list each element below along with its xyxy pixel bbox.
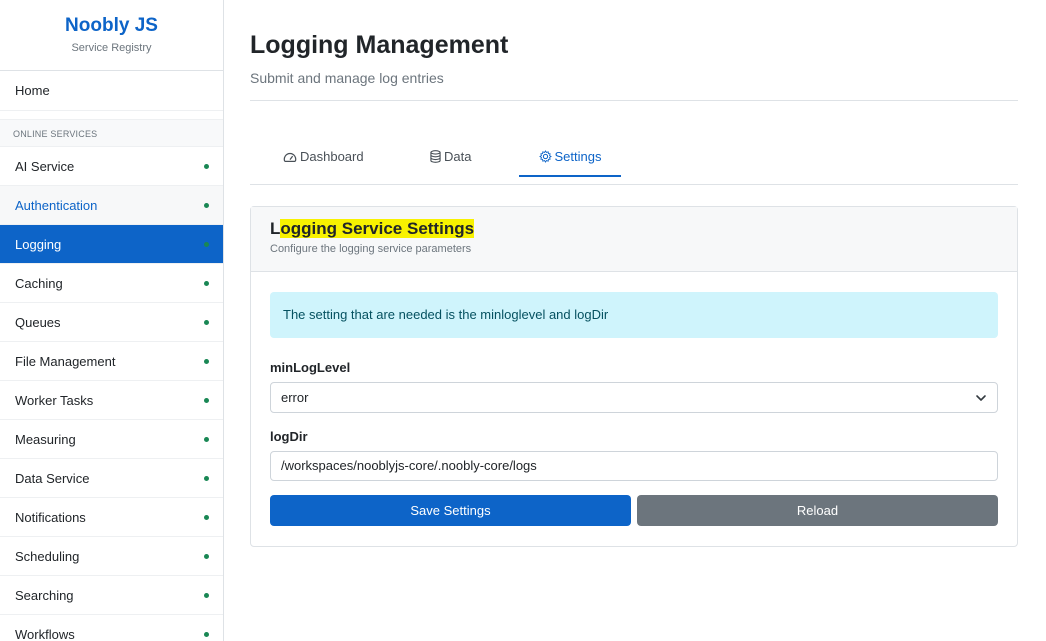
log-dir-input[interactable]: /workspaces/nooblyjs-core/.noobly-core/l… (270, 451, 998, 481)
sidebar-item-label: Authentication (15, 198, 98, 213)
card-title-first: L (270, 219, 281, 238)
card-header: Logging Service Settings Configure the l… (251, 207, 1017, 272)
status-dot (204, 359, 209, 364)
status-dot (204, 593, 209, 598)
status-dot (204, 476, 209, 481)
card-title: Logging Service Settings (270, 219, 998, 239)
sidebar-item-data-service[interactable]: Data Service (0, 459, 223, 498)
sidebar-item-label: Worker Tasks (15, 393, 94, 408)
tab-bar: Dashboard Data Settings (250, 137, 1018, 185)
sidebar-item-notifications[interactable]: Notifications (0, 498, 223, 537)
sidebar-item-worker-tasks[interactable]: Worker Tasks (0, 381, 223, 420)
sidebar-section-header: ONLINE SERVICES (0, 119, 223, 147)
brand: Noobly JS Service Registry (0, 0, 223, 71)
status-dot (204, 437, 209, 442)
select-value: error (281, 390, 309, 405)
status-dot (204, 632, 209, 637)
sidebar-item-label: Data Service (15, 471, 90, 486)
chevron-down-icon (976, 395, 986, 401)
status-dot (204, 320, 209, 325)
sidebar-item-label: Workflows (15, 627, 75, 641)
status-dot (204, 281, 209, 286)
info-alert: The setting that are needed is the minlo… (270, 292, 998, 338)
card-subtitle: Configure the logging service parameters (270, 243, 472, 255)
tab-settings[interactable]: Settings (519, 137, 621, 177)
tab-label: Dashboard (300, 149, 364, 164)
status-dot (204, 554, 209, 559)
tab-dashboard[interactable]: Dashboard (283, 137, 364, 177)
page-subtitle: Submit and manage log entries (250, 70, 444, 86)
sidebar-item-label: Queues (15, 315, 61, 330)
sidebar-item-file-management[interactable]: File Management (0, 342, 223, 381)
min-log-level-label: minLogLevel (270, 360, 351, 375)
sidebar-item-authentication[interactable]: Authentication (0, 186, 223, 225)
database-icon (430, 150, 441, 163)
sidebar-item-home[interactable]: Home (0, 71, 223, 111)
card-body: The setting that are needed is the minlo… (251, 272, 1017, 526)
sidebar-item-label: Caching (15, 276, 63, 291)
status-dot (204, 203, 209, 208)
sidebar-item-workflows[interactable]: Workflows (0, 615, 223, 641)
sidebar-item-queues[interactable]: Queues (0, 303, 223, 342)
sidebar-item-label: Logging (15, 237, 62, 252)
sidebar-item-label: Measuring (15, 432, 76, 447)
status-dot (204, 398, 209, 403)
main-content: Logging Management Submit and manage log… (250, 0, 1018, 547)
min-log-level-select[interactable]: error (270, 382, 998, 413)
sidebar-item-ai-service[interactable]: AI Service (0, 147, 223, 186)
header-divider (250, 100, 1018, 101)
reload-button[interactable]: Reload (637, 495, 998, 526)
sidebar-item-label: Scheduling (15, 549, 80, 564)
tab-label: Settings (554, 149, 602, 164)
sidebar-item-measuring[interactable]: Measuring (0, 420, 223, 459)
sidebar-item-label: File Management (15, 354, 116, 369)
brand-title: Noobly JS (65, 15, 158, 36)
tab-data[interactable]: Data (430, 137, 471, 177)
gauge-icon (283, 152, 297, 162)
status-dot (204, 164, 209, 169)
page-title: Logging Management (250, 31, 509, 59)
save-settings-button[interactable]: Save Settings (270, 495, 631, 526)
sidebar-item-scheduling[interactable]: Scheduling (0, 537, 223, 576)
tab-label: Data (444, 149, 472, 164)
sidebar-item-label: Searching (15, 588, 74, 603)
sidebar-item-caching[interactable]: Caching (0, 264, 223, 303)
app-root: Noobly JS Service Registry Home ONLINE S… (0, 0, 1046, 641)
sidebar-item-label: AI Service (15, 159, 75, 174)
settings-card: Logging Service Settings Configure the l… (250, 206, 1018, 547)
sidebar: Noobly JS Service Registry Home ONLINE S… (0, 0, 224, 641)
log-dir-label: logDir (270, 429, 308, 444)
gear-icon (538, 150, 552, 163)
status-dot (204, 515, 209, 520)
sidebar-item-logging[interactable]: Logging (0, 225, 223, 264)
card-title-highlight: ogging Service Settings (280, 219, 475, 238)
sidebar-item-searching[interactable]: Searching (0, 576, 223, 615)
button-row: Save Settings Reload (270, 495, 998, 526)
sidebar-item-label: Notifications (15, 510, 86, 525)
status-dot (204, 242, 209, 247)
brand-subtitle: Service Registry (71, 42, 152, 54)
